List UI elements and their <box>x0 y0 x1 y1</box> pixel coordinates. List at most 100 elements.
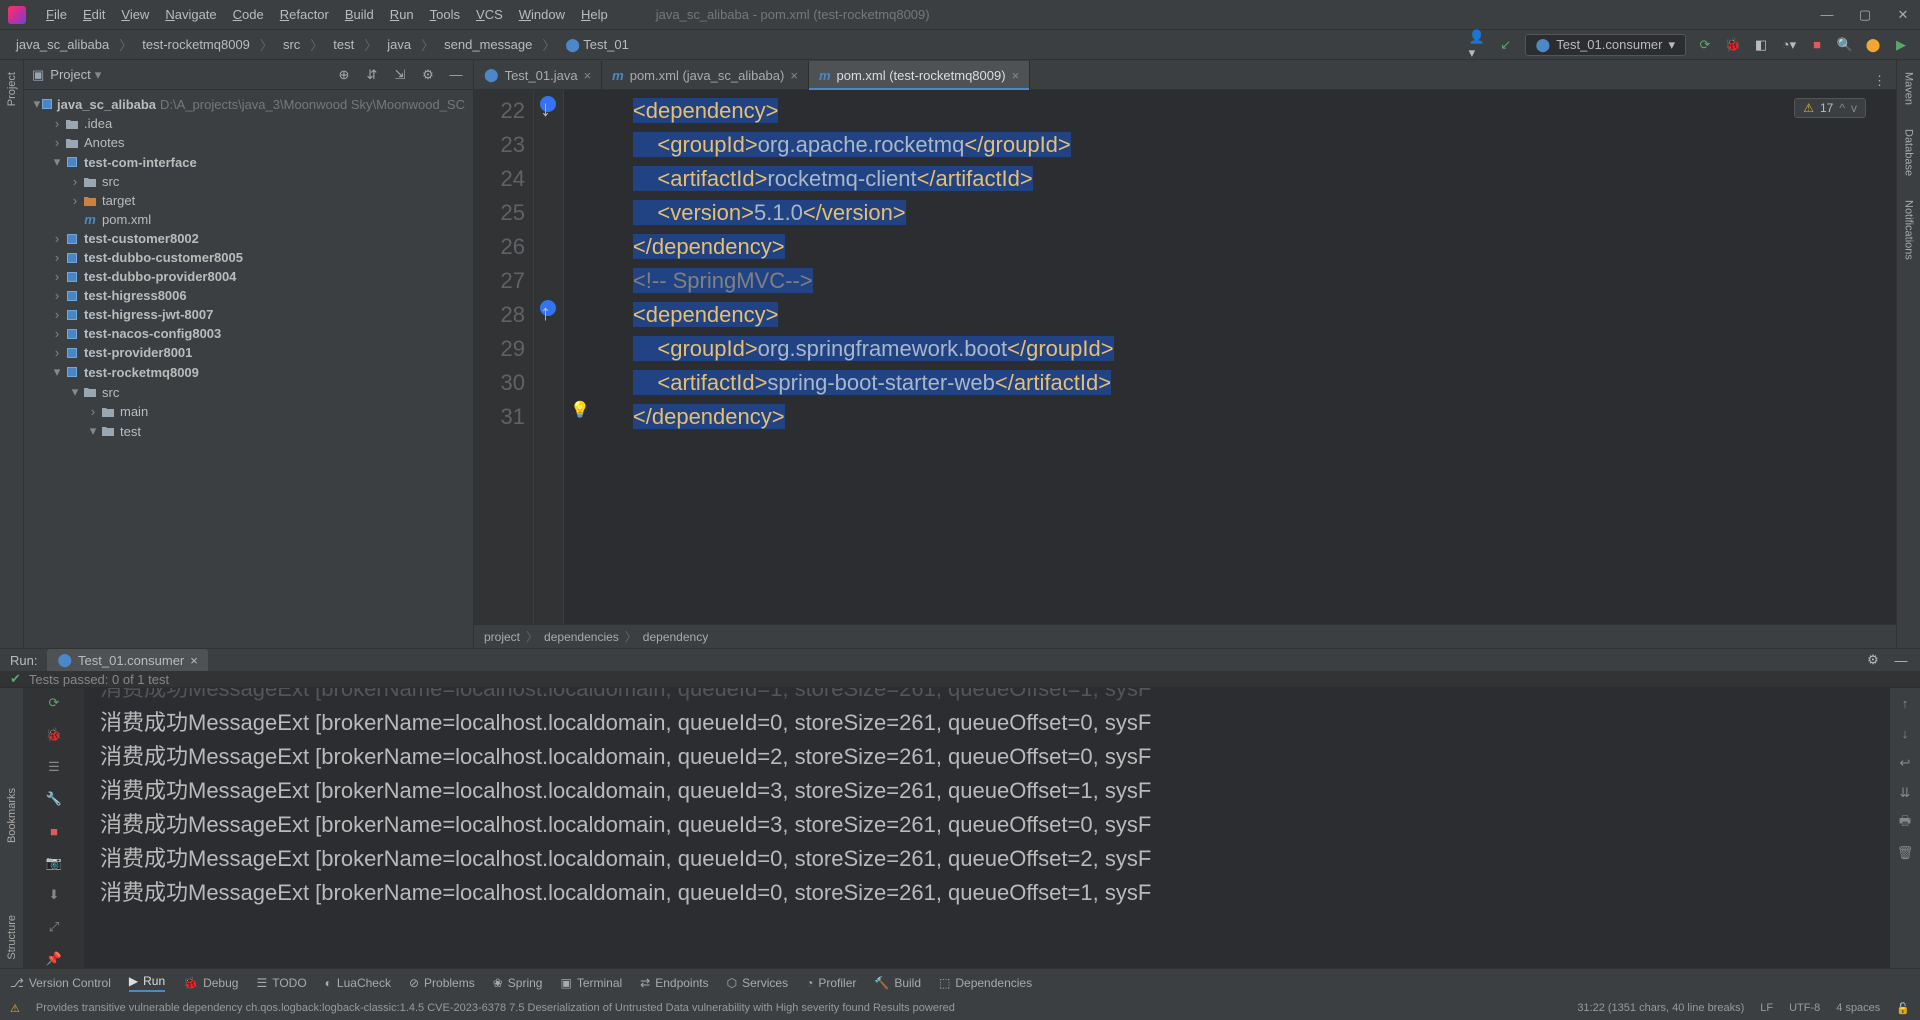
close-icon[interactable]: × <box>584 68 592 83</box>
menu-help[interactable]: Help <box>573 3 616 26</box>
menu-build[interactable]: Build <box>337 3 382 26</box>
pin-icon[interactable]: 📌 <box>45 950 63 968</box>
menu-window[interactable]: Window <box>511 3 573 26</box>
status-warning-icon[interactable]: ⚠ <box>10 1002 20 1015</box>
settings-icon[interactable]: 🔧 <box>45 790 63 808</box>
tree-item[interactable]: ›src <box>24 172 473 191</box>
breadcrumb-item[interactable]: src <box>277 35 306 54</box>
rail-structure[interactable]: Structure <box>6 909 18 966</box>
rail-project[interactable]: Project <box>6 66 18 112</box>
editor-crumb[interactable]: dependency <box>643 630 708 644</box>
editor-tab[interactable]: mpom.xml (test-rocketmq8009)× <box>809 61 1030 89</box>
clear-icon[interactable]: 🗑 <box>1896 844 1914 862</box>
close-icon[interactable]: ✕ <box>1894 6 1912 24</box>
breadcrumb-item[interactable]: java <box>381 35 417 54</box>
update-available-icon[interactable]: ⬤ <box>1864 36 1882 54</box>
down-icon[interactable]: ↓ <box>1896 724 1914 742</box>
tree-item[interactable]: ›test-dubbo-provider8004 <box>24 267 473 286</box>
close-icon[interactable]: × <box>190 653 198 668</box>
dump-icon[interactable]: 📷 <box>45 854 63 872</box>
intention-bulb-icon[interactable]: 💡 <box>570 400 590 420</box>
locate-icon[interactable]: ⊕ <box>335 66 353 84</box>
tree-item[interactable]: ›test-higress-jwt-8007 <box>24 305 473 324</box>
line-separator[interactable]: LF <box>1760 1002 1773 1014</box>
breadcrumb-item[interactable]: test-rocketmq8009 <box>136 35 256 54</box>
editor[interactable]: 22232425262728293031 ↓ ↑ 💡 <dependency> … <box>474 90 1896 624</box>
editor-tab[interactable]: mpom.xml (java_sc_alibaba)× <box>602 61 809 89</box>
bottom-tool-luacheck[interactable]: ◐LuaCheck <box>325 976 391 990</box>
bottom-tool-build[interactable]: 🔨Build <box>874 976 921 990</box>
stop-icon[interactable]: ■ <box>45 822 63 840</box>
bottom-tool-debug[interactable]: 🐞Debug <box>183 976 238 990</box>
stop-icon[interactable]: ■ <box>1808 36 1826 54</box>
bottom-tool-run[interactable]: ▶Run <box>129 974 165 992</box>
maximize-icon[interactable]: ▢ <box>1856 6 1874 24</box>
tabs-more-icon[interactable]: ⋮ <box>1863 73 1896 89</box>
menu-edit[interactable]: Edit <box>75 3 113 26</box>
menu-file[interactable]: File <box>38 3 75 26</box>
rerun-icon[interactable]: ⟳ <box>45 694 63 712</box>
run-bug-icon[interactable]: 🐞 <box>1724 36 1742 54</box>
print-icon[interactable]: 🖶 <box>1896 814 1914 832</box>
tree-item[interactable]: ›test-higress8006 <box>24 286 473 305</box>
marker-icon[interactable]: ↓ <box>540 96 556 112</box>
filter-icon[interactable]: ☰ <box>45 758 63 776</box>
breadcrumb-item[interactable]: send_message <box>438 35 538 54</box>
run-config-selector[interactable]: ⬤ Test_01.consumer ▾ <box>1525 34 1686 56</box>
tree-item[interactable]: ›main <box>24 402 473 421</box>
menu-refactor[interactable]: Refactor <box>272 3 337 26</box>
tree-item[interactable]: ›test-customer8002 <box>24 229 473 248</box>
bottom-tool-spring[interactable]: ❀Spring <box>493 976 543 990</box>
hide-icon[interactable]: — <box>1892 651 1910 669</box>
breadcrumb-item[interactable]: ⬤ Test_01 <box>559 35 634 55</box>
search-icon[interactable]: 🔍 <box>1836 36 1854 54</box>
tree-item[interactable]: ▾test-com-interface <box>24 152 473 172</box>
rail-notifications[interactable]: Notifications <box>1903 194 1915 266</box>
run-tab[interactable]: ⬤ Test_01.consumer × <box>47 649 207 671</box>
reload-icon[interactable]: ⟳ <box>1696 36 1714 54</box>
file-encoding[interactable]: UTF-8 <box>1789 1002 1820 1014</box>
tree-item[interactable]: ›test-provider8001 <box>24 343 473 362</box>
scroll-icon[interactable]: ⇊ <box>1896 784 1914 802</box>
menu-code[interactable]: Code <box>225 3 272 26</box>
menu-run[interactable]: Run <box>382 3 422 26</box>
export-icon[interactable]: ⬇ <box>45 886 63 904</box>
gear-icon[interactable]: ⚙ <box>419 66 437 84</box>
tree-item[interactable]: ›Anotes <box>24 133 473 152</box>
menu-tools[interactable]: Tools <box>422 3 468 26</box>
vcs-update-icon[interactable]: ↙ <box>1497 36 1515 54</box>
menu-view[interactable]: View <box>113 3 157 26</box>
close-icon[interactable]: × <box>1012 68 1020 83</box>
tree-item[interactable]: ›target <box>24 191 473 210</box>
bottom-tool-services[interactable]: ⬡Services <box>727 976 789 990</box>
rail-bookmarks[interactable]: Bookmarks <box>6 782 18 849</box>
coverage-icon[interactable]: ◧ <box>1752 36 1770 54</box>
inspection-widget[interactable]: ⚠ 17 ^v <box>1794 98 1866 118</box>
project-root[interactable]: ▾ java_sc_alibaba D:\A_projects\java_3\M… <box>24 94 473 114</box>
bottom-tool-terminal[interactable]: ▣Terminal <box>560 976 622 990</box>
tree-item[interactable]: ▾src <box>24 382 473 402</box>
bottom-tool-version-control[interactable]: ⎇Version Control <box>10 976 111 990</box>
tree-item[interactable]: ▾test-rocketmq8009 <box>24 362 473 382</box>
bottom-tool-profiler[interactable]: ◔Profiler <box>806 976 856 990</box>
editor-tab[interactable]: ⬤Test_01.java× <box>474 61 602 89</box>
tree-item[interactable]: ›test-dubbo-customer8005 <box>24 248 473 267</box>
hide-icon[interactable]: — <box>447 66 465 84</box>
breadcrumb-item[interactable]: java_sc_alibaba <box>10 35 115 54</box>
bottom-tool-dependencies[interactable]: ⬚Dependencies <box>939 976 1032 990</box>
rail-maven[interactable]: Maven <box>1903 66 1915 111</box>
run-icon[interactable]: 🐞 <box>45 726 63 744</box>
close-icon[interactable]: × <box>790 68 798 83</box>
menu-vcs[interactable]: VCS <box>468 3 511 26</box>
readonly-icon[interactable]: 🔓 <box>1896 1002 1910 1015</box>
breadcrumb-item[interactable]: test <box>327 35 360 54</box>
minimize-icon[interactable]: — <box>1818 6 1836 24</box>
expand-icon[interactable]: ⇵ <box>363 66 381 84</box>
marker-icon[interactable]: ↑ <box>540 300 556 316</box>
bottom-tool-endpoints[interactable]: ⇄Endpoints <box>640 976 708 990</box>
expand-icon[interactable]: ⤢ <box>45 918 63 936</box>
collapse-icon[interactable]: ⇲ <box>391 66 409 84</box>
tree-item[interactable]: ▾test <box>24 421 473 441</box>
tree-item[interactable]: ›.idea <box>24 114 473 133</box>
wrap-icon[interactable]: ↩ <box>1896 754 1914 772</box>
